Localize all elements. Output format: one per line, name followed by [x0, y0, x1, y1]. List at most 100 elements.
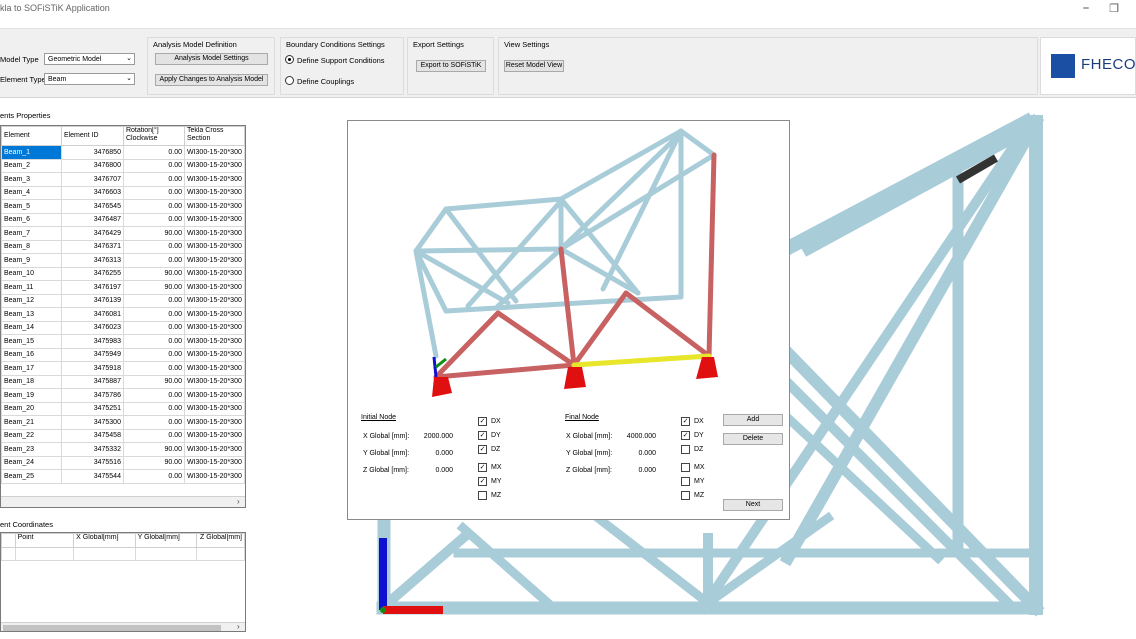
cell-rotation[interactable]: 90.00 — [122, 442, 185, 457]
table-row[interactable]: Beam_15 3475983 0.00 WI300-15-20*300 — [1, 334, 245, 349]
table-row[interactable]: Beam_19 3475786 0.00 WI300-15-20*300 — [1, 388, 245, 403]
cell-cross-section[interactable]: WI300-15-20*300 — [183, 361, 245, 376]
dof-checkbox-dx[interactable]: ✓ — [478, 417, 487, 426]
col-x-global[interactable]: X Global[mm] — [73, 533, 136, 548]
initial-x-value[interactable]: 2000.000 — [403, 433, 453, 440]
cell-element-id[interactable]: 3476800 — [60, 158, 124, 173]
table-row[interactable]: Beam_25 3475544 0.00 WI300-15-20*300 — [1, 469, 245, 484]
cell-rotation[interactable]: 90.00 — [122, 226, 185, 241]
col-cross-section[interactable]: Tekla Cross Section — [183, 126, 245, 146]
table-row[interactable]: Beam_1 3476850 0.00 WI300-15-20*300 — [1, 145, 245, 160]
cell-cross-section[interactable]: WI300-15-20*300 — [183, 455, 245, 470]
cell-element[interactable]: Beam_17 — [1, 361, 62, 376]
cell-cross-section[interactable]: WI300-15-20*300 — [183, 158, 245, 173]
cell-element[interactable]: Beam_12 — [1, 293, 62, 308]
minimize-icon[interactable]: ⎯ — [1078, 2, 1094, 15]
cell-element-id[interactable]: 3476603 — [60, 185, 124, 200]
table-row[interactable]: Beam_13 3476081 0.00 WI300-15-20*300 — [1, 307, 245, 322]
coords-scroll-thumb[interactable] — [3, 625, 221, 631]
cell-cross-section[interactable]: WI300-15-20*300 — [183, 334, 245, 349]
dof-checkbox-my[interactable] — [681, 477, 690, 486]
cell-element[interactable]: Beam_4 — [1, 185, 62, 200]
col-point[interactable]: Point — [14, 533, 75, 548]
cell-element[interactable]: Beam_19 — [1, 388, 62, 403]
cell-rotation[interactable]: 0.00 — [122, 199, 185, 214]
cell-element-id[interactable]: 3475251 — [60, 401, 124, 416]
final-z-value[interactable]: 0.000 — [606, 467, 656, 474]
cell-cross-section[interactable]: WI300-15-20*300 — [183, 253, 245, 268]
element-type-select[interactable]: Beam ⌄ — [44, 73, 135, 85]
next-button[interactable]: Next — [723, 499, 783, 511]
cell-cross-section[interactable]: WI300-15-20*300 — [183, 199, 245, 214]
cell-element-id[interactable]: 3476487 — [60, 212, 124, 227]
add-button[interactable]: Add — [723, 414, 783, 426]
cell-cross-section[interactable]: WI300-15-20*300 — [183, 415, 245, 430]
cell-element-id[interactable]: 3475918 — [60, 361, 124, 376]
analysis-model-settings-button[interactable]: Analysis Model Settings — [155, 53, 268, 65]
cell-rotation[interactable]: 0.00 — [122, 253, 185, 268]
cell-rotation[interactable]: 0.00 — [122, 320, 185, 335]
dof-checkbox-dz[interactable] — [681, 445, 690, 454]
cell-element-id[interactable]: 3475887 — [60, 374, 124, 389]
cell-element-id[interactable]: 3476707 — [60, 172, 124, 187]
table-row[interactable]: Beam_6 3476487 0.00 WI300-15-20*300 — [1, 212, 245, 227]
cell-rotation[interactable]: 0.00 — [122, 172, 185, 187]
cell-cross-section[interactable]: WI300-15-20*300 — [183, 320, 245, 335]
cell-element-id[interactable]: 3476023 — [60, 320, 124, 335]
table-row[interactable]: Beam_20 3475251 0.00 WI300-15-20*300 — [1, 401, 245, 416]
elements-hscrollbar[interactable]: › — [1, 496, 245, 507]
cell-element[interactable]: Beam_8 — [1, 239, 62, 254]
col-y-global[interactable]: Y Global[mm] — [134, 533, 198, 548]
cell-rotation[interactable]: 0.00 — [122, 401, 185, 416]
define-couplings-radio[interactable] — [285, 76, 294, 85]
cell-rotation[interactable]: 90.00 — [122, 374, 185, 389]
cell-element-id[interactable]: 3476081 — [60, 307, 124, 322]
cell-cross-section[interactable]: WI300-15-20*300 — [183, 428, 245, 443]
cell-element-id[interactable]: 3475544 — [60, 469, 124, 484]
table-row[interactable]: Beam_9 3476313 0.00 WI300-15-20*300 — [1, 253, 245, 268]
final-y-value[interactable]: 0.000 — [606, 450, 656, 457]
table-row[interactable]: Beam_14 3476023 0.00 WI300-15-20*300 — [1, 320, 245, 335]
cell-cross-section[interactable]: WI300-15-20*300 — [183, 280, 245, 295]
cell-element[interactable]: Beam_3 — [1, 172, 62, 187]
define-supports-radio[interactable] — [285, 55, 294, 64]
table-row[interactable]: Beam_12 3476139 0.00 WI300-15-20*300 — [1, 293, 245, 308]
cell-rotation[interactable]: 0.00 — [122, 415, 185, 430]
restore-icon[interactable]: ❐ — [1106, 2, 1122, 15]
col-z-global[interactable]: Z Global[mm] — [196, 533, 245, 548]
cell-element-id[interactable]: 3476545 — [60, 199, 124, 214]
reset-model-view-button[interactable]: Reset Model View — [504, 60, 564, 72]
cell-element-id[interactable]: 3476371 — [60, 239, 124, 254]
table-row[interactable]: Beam_7 3476429 90.00 WI300-15-20*300 — [1, 226, 245, 241]
chevron-right-icon[interactable]: › — [237, 622, 240, 631]
model-type-select[interactable]: Geometric Model ⌄ — [44, 53, 135, 65]
cell-element[interactable]: Beam_10 — [1, 266, 62, 281]
dof-checkbox-dy[interactable]: ✓ — [681, 431, 690, 440]
cell-element[interactable]: Beam_24 — [1, 455, 62, 470]
cell-element-id[interactable]: 3475516 — [60, 455, 124, 470]
cell-element-id[interactable]: 3475332 — [60, 442, 124, 457]
cell-cross-section[interactable]: WI300-15-20*300 — [183, 374, 245, 389]
table-row[interactable]: Beam_18 3475887 90.00 WI300-15-20*300 — [1, 374, 245, 389]
table-row[interactable]: Beam_11 3476197 90.00 WI300-15-20*300 — [1, 280, 245, 295]
cell-cross-section[interactable]: WI300-15-20*300 — [183, 172, 245, 187]
cell-element[interactable]: Beam_11 — [1, 280, 62, 295]
cell-cross-section[interactable]: WI300-15-20*300 — [183, 266, 245, 281]
dof-checkbox-mz[interactable] — [681, 491, 690, 500]
cell-rotation[interactable]: 0.00 — [122, 239, 185, 254]
cell-rotation[interactable]: 0.00 — [122, 307, 185, 322]
cell-cross-section[interactable]: WI300-15-20*300 — [183, 239, 245, 254]
cell-rotation[interactable]: 0.00 — [122, 145, 185, 160]
col-element[interactable]: Element — [1, 126, 62, 146]
cell-cross-section[interactable]: WI300-15-20*300 — [183, 307, 245, 322]
dof-checkbox-mx[interactable] — [681, 463, 690, 472]
table-row[interactable]: Beam_5 3476545 0.00 WI300-15-20*300 — [1, 199, 245, 214]
table-row[interactable]: Beam_8 3476371 0.00 WI300-15-20*300 — [1, 239, 245, 254]
dof-checkbox-dy[interactable]: ✓ — [478, 431, 487, 440]
apply-changes-button[interactable]: Apply Changes to Analysis Model — [155, 74, 268, 86]
cell-rotation[interactable]: 0.00 — [122, 361, 185, 376]
cell-element-id[interactable]: 3476197 — [60, 280, 124, 295]
cell-rotation[interactable]: 90.00 — [122, 280, 185, 295]
cell-cross-section[interactable]: WI300-15-20*300 — [183, 212, 245, 227]
cell-element[interactable]: Beam_21 — [1, 415, 62, 430]
